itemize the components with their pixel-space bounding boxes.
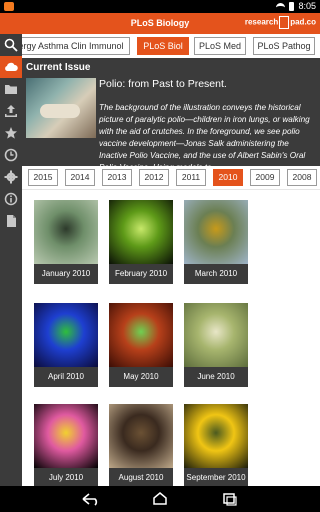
logo-text-left: research xyxy=(244,17,279,27)
issue-tile-january[interactable]: January 2010 xyxy=(34,200,98,288)
tab-year-2014[interactable]: 2014 xyxy=(65,169,95,186)
info-icon xyxy=(4,192,18,206)
tab-journal-plos-biol[interactable]: PLoS Biol xyxy=(137,37,189,55)
tab-year-2013[interactable]: 2013 xyxy=(102,169,132,186)
issue-caption: March 2010 xyxy=(184,264,248,284)
issue-grid: January 2010 February 2010 March 2010 Ap… xyxy=(22,190,320,486)
issue-cover-image xyxy=(34,303,98,367)
year-tabs: 2015 2014 2013 2012 2011 2010 2009 2008 xyxy=(22,166,320,190)
issue-tile-june[interactable]: June 2010 xyxy=(184,303,248,391)
status-bar: 8:05 xyxy=(0,0,320,13)
sidebar xyxy=(0,34,22,486)
logo-pad-icon xyxy=(279,16,290,29)
sidebar-item-document[interactable] xyxy=(0,210,22,232)
issue-cover-image xyxy=(184,404,248,468)
issue-cover-image xyxy=(184,303,248,367)
issue-tile-april[interactable]: April 2010 xyxy=(34,303,98,391)
document-icon xyxy=(7,215,16,227)
issue-tile-march[interactable]: March 2010 xyxy=(184,200,248,288)
issue-caption: April 2010 xyxy=(34,367,98,387)
sidebar-item-folder[interactable] xyxy=(0,78,22,100)
current-issue-label: Current Issue xyxy=(26,62,91,73)
sidebar-item-info[interactable] xyxy=(0,188,22,210)
upload-icon xyxy=(5,105,17,117)
clock-time: 8:05 xyxy=(298,1,316,11)
app-bar: PLoS Biology research pad.co xyxy=(0,13,320,34)
app-notification-icon xyxy=(4,2,14,11)
issue-caption: May 2010 xyxy=(109,367,173,387)
issue-tile-august[interactable]: August 2010 xyxy=(109,404,173,486)
issue-tile-july[interactable]: July 2010 xyxy=(34,404,98,486)
sidebar-item-cloud[interactable] xyxy=(0,56,22,78)
issue-tile-september[interactable]: September 2010 xyxy=(184,404,248,486)
issue-caption: July 2010 xyxy=(34,468,98,486)
tab-year-2009[interactable]: 2009 xyxy=(250,169,280,186)
tab-year-2010[interactable]: 2010 xyxy=(213,169,243,186)
issue-tile-may[interactable]: May 2010 xyxy=(109,303,173,391)
issue-caption: August 2010 xyxy=(109,468,173,486)
star-icon xyxy=(5,127,17,139)
issue-cover-image xyxy=(34,404,98,468)
sidebar-item-upload[interactable] xyxy=(0,100,22,122)
sidebar-item-history[interactable] xyxy=(0,144,22,166)
sidebar-item-favorites[interactable] xyxy=(0,122,22,144)
home-icon[interactable] xyxy=(150,492,170,506)
back-icon[interactable] xyxy=(81,492,101,506)
issue-cover-image xyxy=(109,200,173,264)
folder-icon xyxy=(5,85,17,94)
current-issue-panel[interactable]: Current Issue Polio: from Past to Presen… xyxy=(22,58,320,166)
current-issue-cover[interactable] xyxy=(26,78,96,138)
wifi-icon xyxy=(276,3,286,9)
issue-cover-image xyxy=(109,404,173,468)
current-issue-heading: Polio: from Past to Present. xyxy=(99,78,227,90)
issue-cover-image xyxy=(109,303,173,367)
tab-journal-plos-med[interactable]: PLoS Med xyxy=(194,37,246,55)
issue-caption: September 2010 xyxy=(184,468,248,486)
main-content: ergy Asthma Clin Immunol PLoS Biol PLoS … xyxy=(22,34,320,486)
sidebar-item-search[interactable] xyxy=(0,34,22,56)
search-icon xyxy=(4,38,18,52)
issue-caption: January 2010 xyxy=(34,264,98,284)
system-nav-bar xyxy=(0,486,320,512)
tab-year-2011[interactable]: 2011 xyxy=(176,169,206,186)
recent-apps-icon[interactable] xyxy=(220,492,240,506)
tab-year-2015[interactable]: 2015 xyxy=(28,169,58,186)
journal-tabs: ergy Asthma Clin Immunol PLoS Biol PLoS … xyxy=(22,34,320,58)
tab-journal-allergy[interactable]: ergy Asthma Clin Immunol xyxy=(22,37,130,55)
gear-icon xyxy=(4,170,18,184)
clock-icon xyxy=(4,148,18,162)
battery-icon xyxy=(289,1,295,11)
issue-cover-image xyxy=(34,200,98,264)
tab-year-2008[interactable]: 2008 xyxy=(287,169,317,186)
cloud-icon xyxy=(5,62,18,71)
issue-caption: June 2010 xyxy=(184,367,248,387)
issue-tile-february[interactable]: February 2010 xyxy=(109,200,173,288)
tab-journal-plos-pathog[interactable]: PLoS Pathog xyxy=(253,37,315,55)
logo-text-right: pad.co xyxy=(290,17,316,27)
sidebar-item-settings[interactable] xyxy=(0,166,22,188)
current-issue-description: The background of the illustration conve… xyxy=(99,103,310,166)
issue-cover-image xyxy=(184,200,248,264)
researchpad-logo[interactable]: research pad.co xyxy=(245,16,316,29)
tab-year-2012[interactable]: 2012 xyxy=(139,169,169,186)
issue-caption: February 2010 xyxy=(109,264,173,284)
